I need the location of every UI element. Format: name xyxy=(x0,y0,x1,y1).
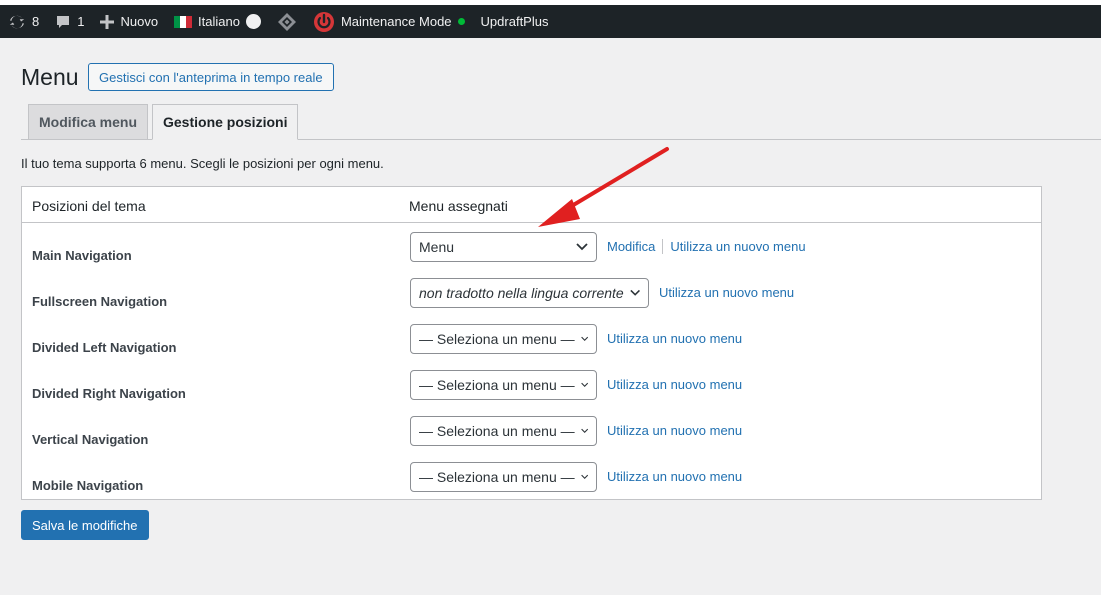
status-dot-icon xyxy=(457,18,465,25)
refresh-icon xyxy=(9,15,25,28)
row-links: Utilizza un nuovo menu xyxy=(607,331,742,346)
menu-select-divided-left[interactable]: — Seleziona un menu — xyxy=(410,324,597,354)
tab-manage-locations[interactable]: Gestione posizioni xyxy=(152,104,299,140)
menu-select-vertical[interactable]: — Seleziona un menu — xyxy=(410,416,597,446)
location-name: Vertical Navigation xyxy=(32,432,149,447)
link-separator xyxy=(662,239,664,254)
power-icon xyxy=(313,11,334,32)
menu-select-main[interactable]: Menu xyxy=(410,232,597,262)
header-assigned-menus: Menu assegnati xyxy=(409,198,508,214)
chevron-down-icon xyxy=(580,382,588,388)
wpml-item[interactable] xyxy=(269,5,305,38)
table-row: Vertical Navigation — Seleziona un menu … xyxy=(22,416,1041,462)
header-theme-locations: Posizioni del tema xyxy=(32,198,146,214)
table-row: Divided Left Navigation — Seleziona un m… xyxy=(22,324,1041,370)
new-label: Nuovo xyxy=(120,14,159,29)
annotation-arrow-icon xyxy=(538,147,669,227)
updraft-item[interactable]: UpdraftPlus xyxy=(473,5,557,38)
use-new-menu-link[interactable]: Utilizza un nuovo menu xyxy=(607,423,742,438)
location-name: Divided Left Navigation xyxy=(32,340,177,355)
select-value: — Seleziona un menu — xyxy=(419,377,575,393)
updates-item[interactable]: 8 xyxy=(0,5,47,38)
select-value: — Seleziona un menu — xyxy=(419,331,575,347)
comment-icon xyxy=(57,15,70,28)
chevron-down-icon xyxy=(580,474,588,480)
row-links: Utilizza un nuovo menu xyxy=(607,377,742,392)
chevron-down-icon xyxy=(576,243,588,251)
location-name: Divided Right Navigation xyxy=(32,386,186,401)
table-row: Mobile Navigation — Seleziona un menu — … xyxy=(22,462,1041,508)
page-title: Menu xyxy=(21,64,79,90)
chevron-down-icon xyxy=(630,289,640,296)
comments-item[interactable]: 1 xyxy=(47,5,92,38)
use-new-menu-link[interactable]: Utilizza un nuovo menu xyxy=(607,469,742,484)
menu-select-mobile[interactable]: — Seleziona un menu — xyxy=(410,462,597,492)
use-new-menu-link[interactable]: Utilizza un nuovo menu xyxy=(670,239,805,254)
chevron-down-icon xyxy=(580,428,588,434)
comments-count: 1 xyxy=(77,14,85,29)
language-item[interactable]: Italiano ? xyxy=(166,5,269,38)
use-new-menu-link[interactable]: Utilizza un nuovo menu xyxy=(607,331,742,346)
row-links: Utilizza un nuovo menu xyxy=(607,469,742,484)
updates-count: 8 xyxy=(32,14,40,29)
language-label: Italiano xyxy=(198,14,240,29)
updraft-label: UpdraftPlus xyxy=(480,14,549,29)
locations-description: Il tuo tema supporta 6 menu. Scegli le p… xyxy=(21,156,384,171)
plus-icon xyxy=(100,14,115,29)
chevron-down-icon xyxy=(580,336,588,342)
live-preview-button[interactable]: Gestisci con l'anteprima in tempo reale xyxy=(88,63,334,91)
table-row: Fullscreen Navigation non tradotto nella… xyxy=(22,278,1041,324)
table-row: Main Navigation Menu Modifica Utilizza u… xyxy=(22,232,1041,278)
tab-edit-menu[interactable]: Modifica menu xyxy=(28,104,149,140)
table-row: Divided Right Navigation — Seleziona un … xyxy=(22,370,1041,416)
new-item[interactable]: Nuovo xyxy=(92,5,166,38)
diamond-icon xyxy=(277,12,296,31)
maintenance-label: Maintenance Mode xyxy=(340,14,452,29)
maintenance-item[interactable]: Maintenance Mode xyxy=(305,5,473,38)
menu-select-fullscreen[interactable]: non tradotto nella lingua corrente xyxy=(410,278,649,308)
edit-menu-link[interactable]: Modifica xyxy=(607,239,655,254)
select-value: — Seleziona un menu — xyxy=(419,423,575,439)
row-links: Utilizza un nuovo menu xyxy=(607,423,742,438)
help-badge-icon: ? xyxy=(245,14,261,29)
save-changes-button[interactable]: Salva le modifiche xyxy=(21,510,149,540)
location-name: Main Navigation xyxy=(32,248,132,263)
admin-bar: 8 1 Nuovo Italiano ? Maintenance Mode Up… xyxy=(0,5,1101,38)
select-value: — Seleziona un menu — xyxy=(419,469,575,485)
italian-flag-icon xyxy=(174,15,193,28)
use-new-menu-link[interactable]: Utilizza un nuovo menu xyxy=(659,285,794,300)
menu-select-divided-right[interactable]: — Seleziona un menu — xyxy=(410,370,597,400)
select-value: Menu xyxy=(419,239,455,255)
use-new-menu-link[interactable]: Utilizza un nuovo menu xyxy=(607,377,742,392)
row-links: Utilizza un nuovo menu xyxy=(659,285,794,300)
location-name: Mobile Navigation xyxy=(32,478,144,493)
location-name: Fullscreen Navigation xyxy=(32,294,168,309)
row-links: Modifica Utilizza un nuovo menu xyxy=(607,239,806,254)
select-value: non tradotto nella lingua corrente xyxy=(419,285,624,301)
